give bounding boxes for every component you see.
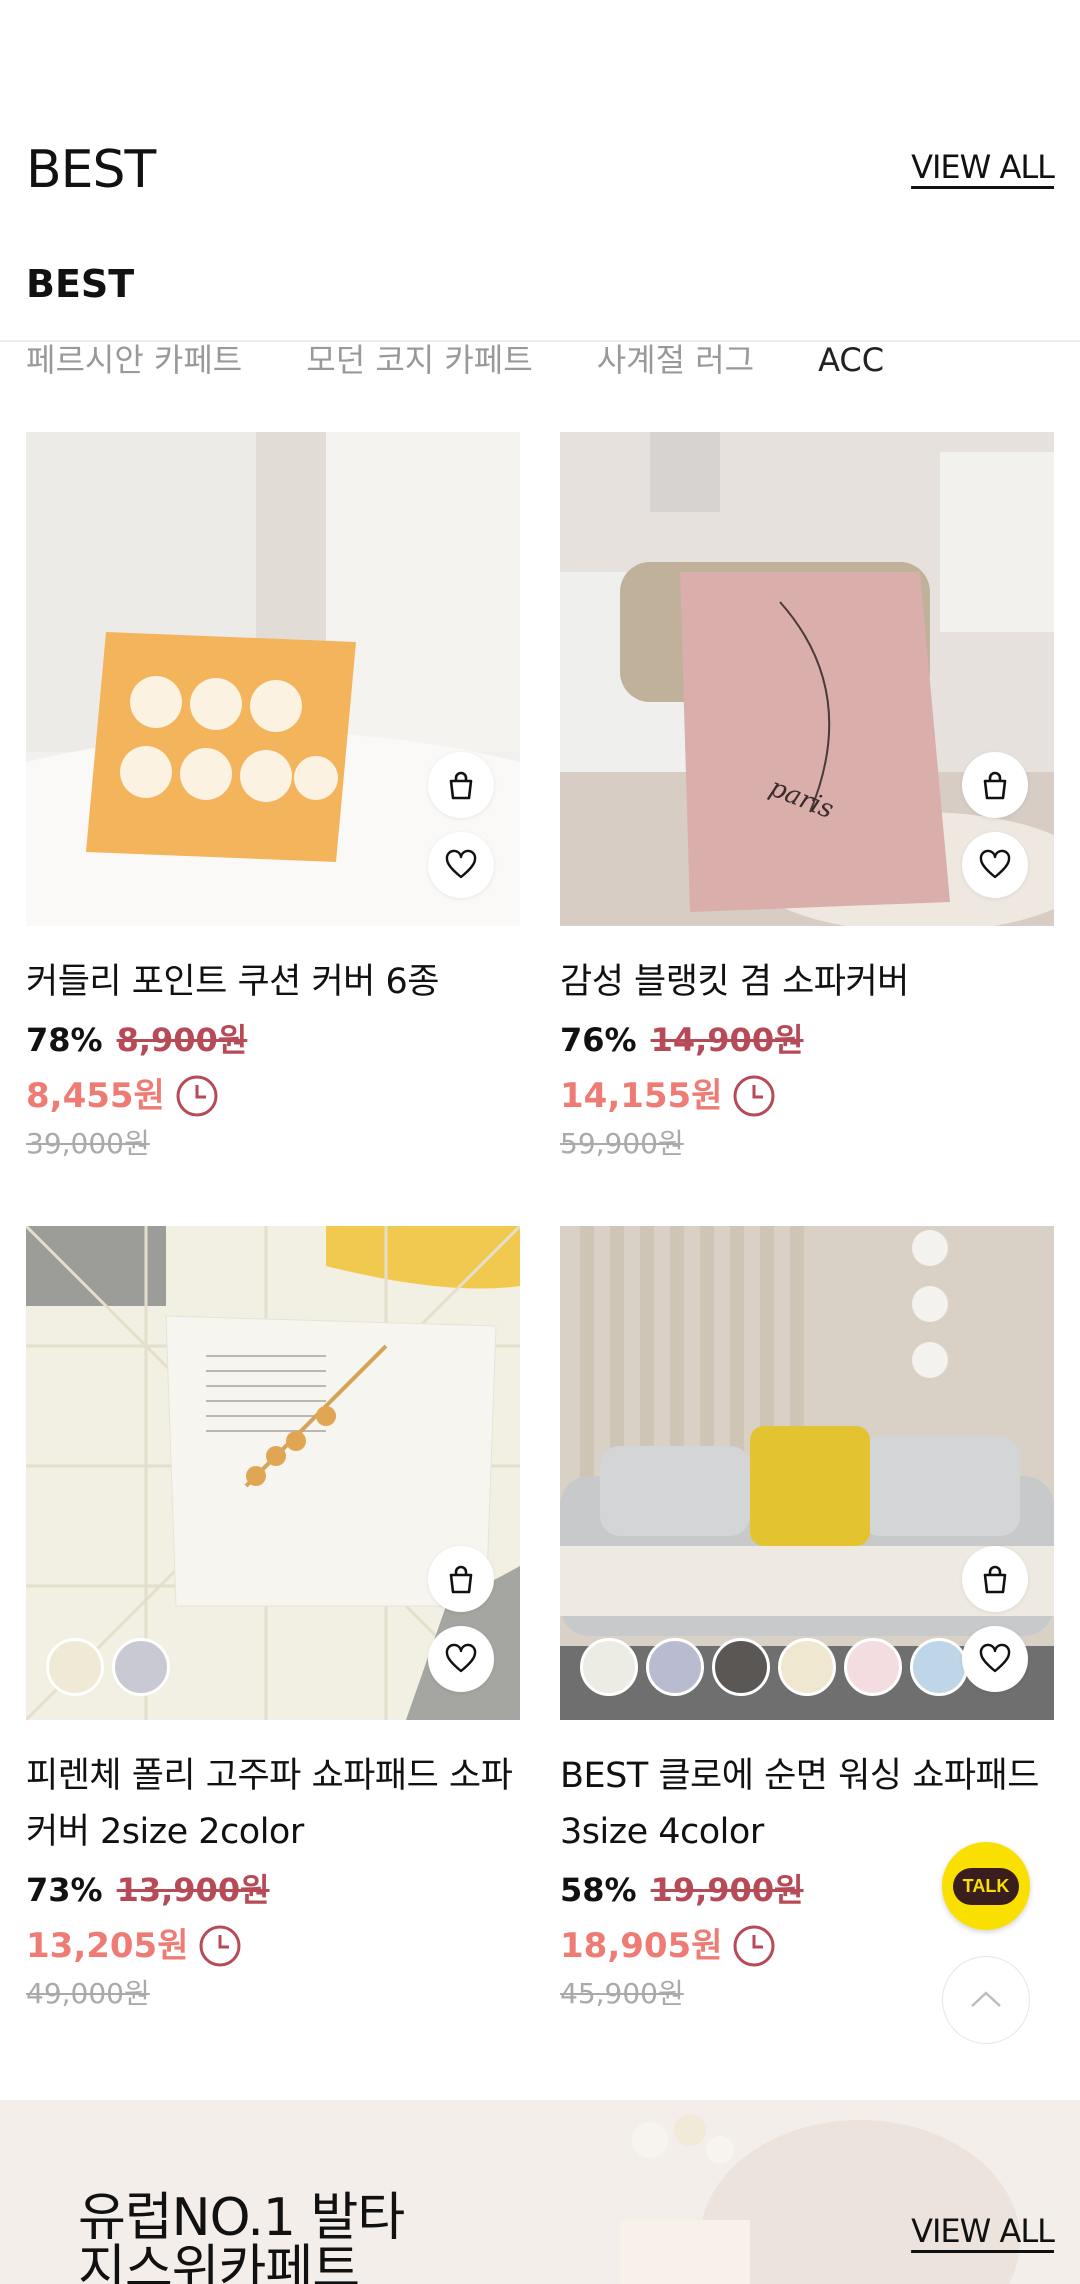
product-card[interactable]: paris 감성 블랭킷 겸 소파커버 76% 14,900원 14,155원 … xyxy=(560,432,1054,1164)
kakao-talk-button[interactable]: TALK xyxy=(942,1842,1030,1930)
discount-rate: 58% xyxy=(560,1871,637,1909)
section-title: BEST xyxy=(26,140,156,200)
scroll-to-top-button[interactable] xyxy=(942,1956,1030,2044)
color-swatches xyxy=(580,1638,968,1696)
original-price: 14,900원 xyxy=(650,1021,804,1059)
discount-rate: 78% xyxy=(26,1021,103,1059)
product-name[interactable]: 커들리 포인트 쿠션 커버 6종 xyxy=(26,954,520,1010)
color-swatch-lavender[interactable] xyxy=(646,1638,704,1696)
sale-row: 8,455원 xyxy=(26,1074,520,1118)
sale-price: 8,455원 xyxy=(26,1076,165,1116)
discount-rate: 73% xyxy=(26,1871,103,1909)
product-image-cushion[interactable] xyxy=(26,432,520,926)
clock-icon xyxy=(733,1925,775,1967)
discount-row: 78% 8,900원 xyxy=(26,1018,520,1062)
list-price: 49,000원 xyxy=(26,1977,150,2010)
original-price: 19,900원 xyxy=(650,1871,804,1909)
product-image-sofa-pad-chloe[interactable] xyxy=(560,1226,1054,1720)
heart-icon xyxy=(979,849,1011,879)
product-card[interactable]: 피렌체 폴리 고주파 쇼파패드 소파커버 2size 2color 73% 13… xyxy=(26,1226,520,2014)
sale-row: 13,205원 xyxy=(26,1924,520,1968)
clock-icon xyxy=(199,1925,241,1967)
discount-row: 76% 14,900원 xyxy=(560,1018,1054,1062)
color-swatches xyxy=(46,1638,170,1696)
color-swatch-pink[interactable] xyxy=(844,1638,902,1696)
product-image-blanket[interactable]: paris xyxy=(560,432,1054,926)
discount-row: 73% 13,900원 xyxy=(26,1868,520,1912)
add-to-cart-button[interactable] xyxy=(428,1546,494,1612)
view-all-link[interactable]: VIEW ALL xyxy=(911,148,1055,186)
clock-icon xyxy=(176,1075,218,1117)
banner-view-all-link[interactable]: VIEW ALL xyxy=(911,2212,1055,2250)
wishlist-button[interactable] xyxy=(962,832,1028,898)
color-swatch-beige[interactable] xyxy=(778,1638,836,1696)
wishlist-button[interactable] xyxy=(962,1626,1028,1692)
product-image-sofa-pad-florence[interactable] xyxy=(26,1226,520,1720)
chevron-up-icon xyxy=(971,1991,1001,2007)
sale-price: 14,155원 xyxy=(560,1076,723,1116)
banner-title-line1: 유럽NO.1 발타 xyxy=(78,2188,405,2248)
sale-row: 14,155원 xyxy=(560,1074,1054,1118)
sale-price: 18,905원 xyxy=(560,1926,723,1966)
product-name[interactable]: 피렌체 폴리 고주파 쇼파패드 소파커버 2size 2color xyxy=(26,1748,520,1860)
talk-label: TALK xyxy=(952,1867,1020,1905)
color-swatch-blue[interactable] xyxy=(910,1638,968,1696)
color-swatch-charcoal[interactable] xyxy=(712,1638,770,1696)
category-tabs: 페르시안 카페트 모던 코지 카페트 사계절 러그 ACC xyxy=(26,334,884,390)
product-card[interactable]: 커들리 포인트 쿠션 커버 6종 78% 8,900원 8,455원 39,00… xyxy=(26,432,520,1164)
add-to-cart-button[interactable] xyxy=(962,752,1028,818)
original-price: 8,900원 xyxy=(116,1021,248,1059)
shopping-bag-icon xyxy=(449,771,473,800)
add-to-cart-button[interactable] xyxy=(962,1546,1028,1612)
discount-rate: 76% xyxy=(560,1021,637,1059)
original-price: 13,900원 xyxy=(116,1871,270,1909)
sale-price: 13,205원 xyxy=(26,1926,189,1966)
product-name[interactable]: 감성 블랭킷 겸 소파커버 xyxy=(560,954,1054,1010)
color-swatch-ivory[interactable] xyxy=(46,1638,104,1696)
tab-modern-cozy-carpet[interactable]: 모던 코지 카페트 xyxy=(306,334,532,390)
banner-title-line2: 지스위카페트 xyxy=(78,2240,360,2284)
heart-icon xyxy=(445,849,477,879)
heart-icon xyxy=(979,1643,1011,1673)
tab-four-season-rug[interactable]: 사계절 러그 xyxy=(597,334,754,390)
shopping-bag-icon xyxy=(449,1565,473,1594)
wishlist-button[interactable] xyxy=(428,832,494,898)
color-swatch-ivory[interactable] xyxy=(580,1638,638,1696)
shopping-bag-icon xyxy=(983,1565,1007,1594)
clock-icon xyxy=(733,1075,775,1117)
list-price: 39,000원 xyxy=(26,1127,150,1160)
promo-banner[interactable]: 유럽NO.1 발타 지스위카페트 VIEW ALL xyxy=(0,2100,1080,2284)
list-price: 59,900원 xyxy=(560,1127,684,1160)
wishlist-button[interactable] xyxy=(428,1626,494,1692)
tab-acc[interactable]: ACC xyxy=(818,334,884,390)
sticky-category-title: BEST xyxy=(26,262,135,306)
color-swatch-grey[interactable] xyxy=(112,1638,170,1696)
banner-title: 유럽NO.1 발타 지스위카페트 xyxy=(78,2188,405,2284)
best-section-header: BEST VIEW ALL xyxy=(26,140,1055,200)
add-to-cart-button[interactable] xyxy=(428,752,494,818)
shopping-bag-icon xyxy=(983,771,1007,800)
heart-icon xyxy=(445,1643,477,1673)
tab-persian-carpet[interactable]: 페르시안 카페트 xyxy=(26,334,242,390)
